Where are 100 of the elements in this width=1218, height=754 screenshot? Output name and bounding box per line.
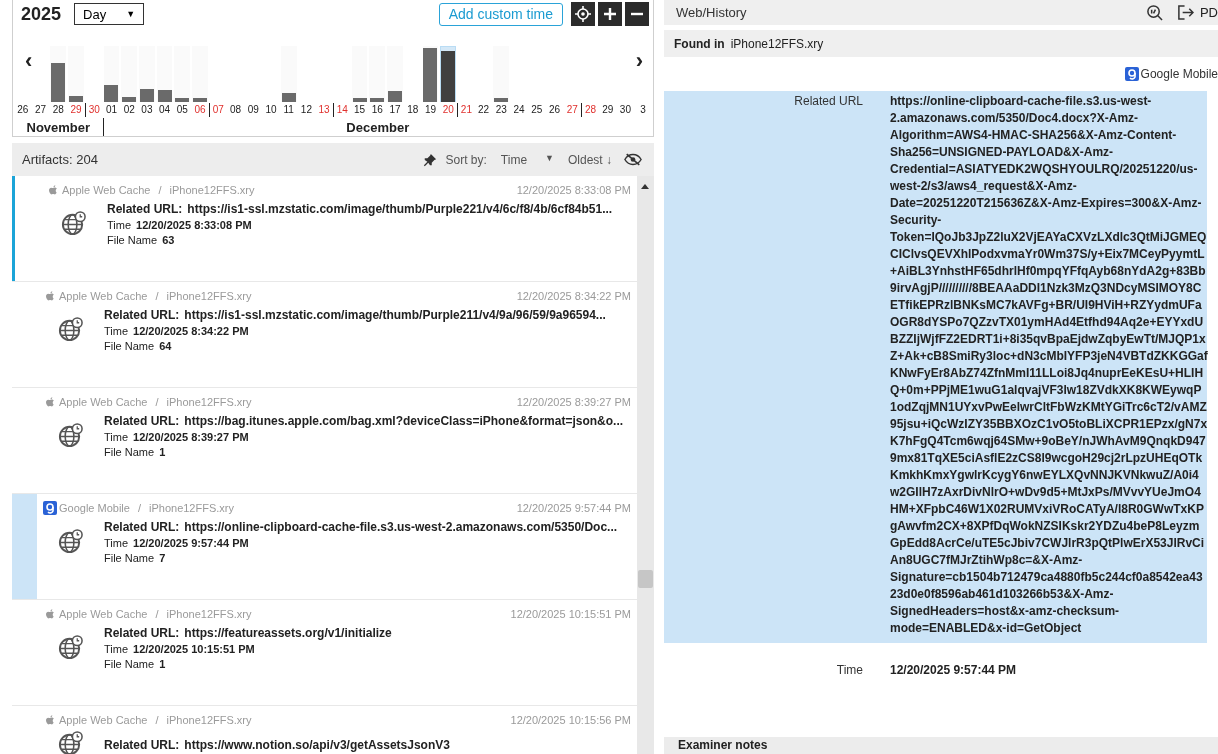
day-track[interactable] (121, 46, 138, 102)
artifact-item[interactable]: Google Mobile / iPhone12FFS.xry 12/20/2025 9:57:44 PM Related URL: https://online-clipboard-cache-file.s3.us-west-2.amazonaws.com/5350/Doc... Time 12/20/2025 9:57:44 PM File Name 7 (12, 494, 637, 600)
day-label: 21 (457, 103, 475, 117)
field-value: 1 (159, 446, 166, 458)
day-label: 27 (565, 103, 579, 117)
field-label: File Name (104, 658, 155, 670)
previous-button[interactable]: ‹ (21, 50, 37, 72)
field-value: 12/20/2025 8:33:08 PM (136, 219, 252, 231)
day-label: 23 (494, 103, 508, 117)
minus-icon (631, 12, 643, 16)
field-label: Related URL (793, 93, 863, 110)
timestamp: 12/20/2025 10:15:56 PM (510, 714, 631, 726)
field-label: Time (104, 325, 129, 337)
day-track[interactable] (387, 46, 403, 102)
day-label: 26 (547, 103, 562, 117)
hex-search-icon[interactable] (1145, 4, 1163, 21)
examiner-notes-label[interactable]: Examiner notes (678, 738, 768, 752)
detail-row[interactable]: Time 12/20/2025 9:57:44 PM (664, 660, 1207, 685)
day-track[interactable] (103, 46, 120, 102)
field-value: https://featureassets.org/v1/initialize (184, 626, 392, 640)
export-icon[interactable] (1176, 4, 1194, 21)
day-label: 17 (388, 103, 402, 117)
device-name: iPhone12FFS.xry (166, 290, 252, 302)
day-label: 15 (353, 103, 367, 117)
day-bar[interactable] (122, 96, 137, 102)
zoom-in-button[interactable] (598, 2, 622, 26)
source-name: Apple Web Cache (59, 608, 148, 620)
day-bar[interactable] (51, 62, 66, 102)
sort-order-button[interactable]: Oldest ↓ (568, 152, 612, 167)
day-bar[interactable] (494, 98, 509, 102)
day-track[interactable] (351, 46, 368, 102)
field-value: 12/20/2025 9:57:44 PM (133, 537, 249, 549)
detail-row[interactable] (664, 91, 1207, 643)
field-value: https://online-clipboard-cache-file.s3.us-west-2.amazonaws.com/5350/Doc4.docx?X-Amz-Algorithm=AWS4-HMAC-SHA256&X-Amz-Content-Sha256=UNSIGNED-PAYLOAD&X-Amz-Credential=ASIATYEDK2WQSHYOULRQ/20251220/us-west-2/s3/aws4_request&X-Amz-Date=20251220T215636Z&X-Amz-Expires=300&X-Amz-Security-Token=IQoJb3JpZ2luX2VjEAYaCXVzLXdlc3QtMiJGMEQCIClvsQEVXhlPodxvmaYr0Wm37S/y+Eix7MCeyPyymtL+AiBL3YnhstHF65dhrlHf0mpqYFfqAyb68nYdA2g+83Bb9irvAgjP//////////8BEAAaDDI1Nzk3MzQ3NDcyMSIMOY8CETfikEPRzlBNKsMC7kAVFg+BR/UI9HViH+RZYydmUFaOGR8dYSPo7QZzvTX01ymHAd4Etfhd94Aq2e+EYYxdUBZZIjWjfFZ2EDRT1i+8i35qvBpaEjdwZqbyEwTt/MJQP1xZ+Ak+cB8SmiRy3loc+dN3cMbIYFP3jeN4VBTdZKKGGafKNwFyEr8AbZ74ZfnMmI11LLoi8Jq4nuprEeKEsU+HLIHQ+0m+PPjME1wuG1alqvajVF3lw18ZVdkXK8KWEywqP1odZqjMN1UYxvPwEelwrCltFbWzKMtYGiTrc6cT2/vAMZ95jsu+iQcWzIZY35BBXOzC1vO5toBLiXCPR1EPzx/gN7xK7hFgQ4Tcm6wqj64SMw+9oBeY/nJWhAvM9QnqkD9479mx81TqXE5ciAsflE2zCS8l9wcgoH29cj2rLpzUHEqOTkKmkhKmxYgwlrKcygY6nwEYLXQvNNJKVNkwuZ/A0i4w2GIlH7zAxrDivNlrO+wDv9d5+MtJxPs/MVvvYUeJmO4HM+XFpbC46W1X02RUMVxiVRoCATyA/l8R0GWwTxKPgAwvfm2CX+8XPfDqWokNZSIKskr2YDZu4beP8LeyzmGpEdd8AcrCe/uTE5cJbiv7CWJlrR3pQtPlwErX53JlRvCiAn8UGC7fMJrZtihWp8c=&X-Amz-Signature=cb1504b712479ca4880fb5c244cf0a8542ea4323d0e0f8596ab461d103266b53&X-Amz-SignedHeaders=host&x-amz-checksum-mode=ENABLED&x-id=GetObject (890, 93, 1208, 637)
zoom-dropdown[interactable]: Day ▼ (74, 3, 145, 25)
field-value: https://www.notion.so/api/v3/getAssetsJsonV3 (184, 737, 450, 752)
pin-icon[interactable] (423, 152, 438, 167)
day-track[interactable] (174, 46, 191, 102)
day-bar[interactable] (157, 90, 172, 102)
day-bar[interactable] (175, 98, 190, 102)
scroll-thumb[interactable] (638, 570, 653, 588)
globe-clock-icon (60, 209, 87, 237)
field-label: File Name (104, 446, 155, 458)
day-track[interactable] (68, 46, 84, 102)
eye-off-icon[interactable] (624, 153, 642, 166)
field-value: https://is1-ssl.mzstatic.com/image/thumb/Purple221/v4/6c/f8/4b/6cf84b51... (187, 202, 613, 216)
globe-clock-icon (57, 421, 84, 449)
day-track[interactable] (493, 46, 510, 102)
path-separator: / (155, 608, 159, 620)
day-bar[interactable] (370, 98, 385, 102)
path-separator: / (155, 290, 159, 302)
selected-day-highlight[interactable] (440, 46, 457, 102)
day-label: 07 (208, 103, 227, 117)
field-value: 12/20/2025 8:34:22 PM (133, 325, 249, 337)
day-label: 03 (140, 103, 154, 117)
locate-button[interactable] (571, 2, 595, 26)
field-label: Related URL: (104, 520, 180, 534)
artifact-item[interactable]: Apple Web Cache / iPhone12FFS.xry 12/20/2025 8:33:08 PM Related URL: https://is1-ssl.mzstatic.com/image/thumb/Purple221/v4/6c/f8/4b/6cf84b51... Time 12/20/2025 8:33:08 PM File Name 63 (12, 176, 637, 282)
day-bar[interactable] (352, 98, 367, 102)
field-label: Time (107, 219, 132, 231)
day-bar[interactable] (281, 93, 296, 102)
day-bar[interactable] (69, 95, 83, 102)
day-bar[interactable] (139, 89, 154, 102)
scroll-up-icon[interactable] (641, 184, 649, 189)
day-label: 02 (122, 103, 136, 117)
source-name: Apple Web Cache (59, 396, 148, 408)
field-value: 7 (159, 552, 166, 564)
day-label: 08 (228, 103, 243, 117)
day-bar[interactable] (193, 98, 208, 102)
day-label: 20 (441, 103, 455, 117)
next-button[interactable]: › (631, 50, 647, 72)
export-label[interactable]: PD (1199, 5, 1218, 20)
day-label: 19 (423, 103, 438, 117)
field-label: Time (104, 537, 129, 549)
source-name: Apple Web Cache (59, 290, 148, 302)
day-label: 09 (246, 103, 260, 117)
found-in-value: iPhone12FFS.xry (730, 36, 824, 51)
day-bar[interactable] (104, 85, 119, 102)
field-label: Time (104, 431, 129, 443)
path-separator: / (137, 502, 141, 514)
detail-title: Web/History (676, 5, 747, 20)
day-track[interactable] (156, 46, 173, 102)
field-label: Related URL: (104, 737, 180, 752)
path-separator: / (155, 714, 159, 726)
timestamp: 12/20/2025 10:15:51 PM (510, 608, 631, 620)
day-bar[interactable] (388, 90, 402, 102)
day-track[interactable] (50, 46, 67, 102)
crosshair-icon (575, 6, 591, 22)
day-track[interactable] (192, 46, 208, 102)
day-label: 26 (16, 103, 30, 117)
day-label: 12 (299, 103, 313, 117)
day-track[interactable] (139, 46, 155, 102)
sort-dropdown[interactable]: Time ▼ (494, 152, 560, 167)
path-separator: / (155, 396, 159, 408)
day-track[interactable] (280, 46, 297, 102)
day-bar[interactable] (441, 51, 456, 102)
day-track[interactable] (369, 46, 386, 102)
zoom-out-button[interactable] (625, 2, 649, 26)
day-label: 01 (104, 103, 119, 117)
scrollbar[interactable] (637, 176, 654, 754)
